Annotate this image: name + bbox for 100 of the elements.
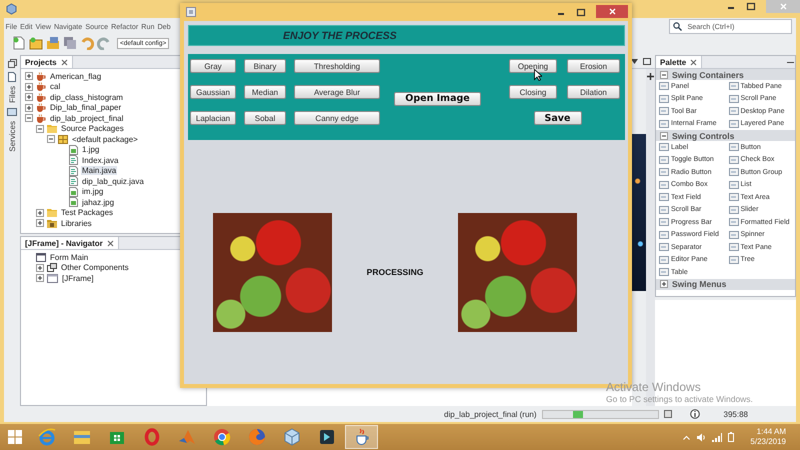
open-project-icon[interactable] — [46, 36, 60, 50]
start-icon[interactable] — [8, 430, 22, 444]
maximize-icon[interactable] — [746, 0, 756, 12]
taskbar-app[interactable] — [345, 425, 378, 449]
outline-entry[interactable]: dip_class_histogram — [49, 92, 124, 102]
outline-entry[interactable]: Other Components — [60, 263, 130, 272]
palette-section-header[interactable]: Swing Containers — [656, 69, 795, 80]
expand-icon[interactable] — [36, 219, 44, 228]
status-label: PROCESSING — [366, 267, 424, 277]
expand-icon[interactable] — [25, 104, 33, 112]
window-icon — [186, 7, 196, 17]
signal-icon[interactable] — [712, 432, 722, 442]
expand-icon[interactable] — [36, 274, 44, 282]
filter-button[interactable]: Binary — [244, 59, 286, 73]
components-icon — [47, 263, 57, 272]
outline-entry[interactable]: dip_lab_quiz.java — [81, 176, 145, 186]
speaker-icon[interactable] — [696, 432, 706, 442]
save-button[interactable]: Save — [534, 111, 582, 125]
outline-entry[interactable]: Dip_lab_final_paper — [49, 103, 122, 112]
chrome-icon[interactable] — [212, 428, 230, 446]
expand-icon[interactable] — [25, 82, 33, 91]
collapse-icon[interactable] — [25, 114, 33, 122]
filter-button[interactable]: Sobal — [244, 111, 286, 125]
folder-icon — [47, 124, 57, 134]
collapse-icon[interactable] — [660, 70, 668, 78]
filter-button[interactable]: Gaussian — [190, 85, 236, 99]
outline-entry[interactable]: <default package> — [71, 134, 139, 144]
window-icon — [47, 274, 58, 283]
outline-entry[interactable]: Form Main — [49, 252, 90, 262]
restore-icon[interactable] — [8, 59, 16, 68]
palette-section-header[interactable]: Swing Controls — [656, 130, 795, 141]
new-project-icon[interactable] — [29, 36, 43, 50]
info-icon[interactable] — [690, 409, 700, 419]
outline-entry[interactable]: American_flag — [49, 72, 102, 81]
filter-button[interactable]: Laplacian — [190, 111, 236, 125]
store-icon[interactable] — [108, 429, 124, 445]
outline-entry[interactable]: Libraries — [60, 218, 93, 228]
side-tab[interactable]: Files — [8, 86, 16, 103]
code-file-icon — [69, 166, 78, 176]
expand-icon[interactable] — [25, 72, 33, 80]
expand-icon[interactable] — [36, 208, 44, 217]
plus-icon[interactable] — [647, 73, 654, 80]
collapse-icon[interactable] — [36, 124, 44, 133]
expand-icon[interactable] — [660, 280, 668, 288]
outline-entry[interactable]: cal — [49, 82, 62, 92]
cursor-icon — [534, 69, 542, 81]
morphology-button[interactable]: Closing — [509, 85, 557, 99]
maximize-icon[interactable] — [576, 6, 586, 18]
close-button[interactable] — [596, 5, 628, 18]
cup-icon — [36, 72, 46, 81]
close-icon — [780, 3, 786, 10]
new-file-icon[interactable] — [12, 36, 26, 50]
filter-button[interactable]: Median — [244, 85, 286, 99]
outline-entry[interactable]: 1.jpg — [81, 145, 100, 154]
open-image-button[interactable]: Open Image — [394, 92, 481, 106]
outline-entry[interactable]: Source Packages — [60, 124, 125, 134]
code-file-icon — [69, 176, 78, 186]
expand-icon[interactable] — [25, 93, 33, 102]
side-tab[interactable]: Services — [8, 120, 16, 152]
cup-icon[interactable] — [354, 428, 370, 446]
outline-entry[interactable]: im.jpg — [81, 187, 104, 196]
collapse-icon[interactable] — [47, 135, 55, 144]
media-app-icon[interactable] — [318, 429, 334, 445]
filter-button[interactable]: Canny edge — [294, 111, 380, 125]
folder-icon — [47, 208, 57, 218]
outline-entry[interactable]: jahaz.jpg — [81, 198, 116, 207]
filter-button[interactable]: Average Blur — [294, 85, 380, 99]
files-icon[interactable] — [7, 72, 17, 82]
outline-entry[interactable]: Test Packages — [60, 208, 114, 218]
app-logo-icon — [6, 3, 17, 15]
morphology-button[interactable]: Erosion — [567, 59, 620, 73]
services-icon[interactable] — [7, 106, 17, 117]
filter-button[interactable]: Gray — [190, 59, 236, 73]
search-icon — [673, 22, 682, 30]
palette-section-header[interactable]: Swing Menus — [656, 278, 795, 290]
close-icon[interactable] — [60, 58, 68, 66]
filter-button[interactable]: Thresholding — [294, 59, 380, 73]
close-icon[interactable] — [690, 58, 698, 66]
form-icon — [36, 252, 46, 262]
stop-icon[interactable] — [664, 410, 672, 418]
caret-position: 395:88 — [724, 410, 748, 418]
morphology-button[interactable]: Dilation — [567, 85, 620, 99]
chevron-up-icon[interactable] — [683, 434, 690, 440]
outline-entry[interactable]: Index.java — [81, 156, 120, 165]
outline-entry[interactable]: [JFrame] — [61, 274, 95, 283]
outline-entry[interactable]: Main.java — [81, 166, 118, 176]
maximize-icon[interactable] — [643, 58, 651, 65]
morphology-button[interactable]: Opening — [509, 59, 557, 73]
cube-icon[interactable] — [284, 428, 300, 446]
caret-icon[interactable] — [631, 59, 638, 64]
close-icon[interactable] — [106, 240, 114, 246]
image-file-icon — [69, 197, 78, 208]
collapse-icon[interactable] — [660, 132, 668, 140]
expand-icon[interactable] — [36, 264, 44, 272]
battery-icon[interactable] — [728, 432, 734, 442]
outline-entry[interactable]: dip_lab_project_final — [49, 114, 124, 123]
save-all-icon[interactable] — [63, 36, 77, 50]
activation-text: Go to PC settings to activate Windows. — [606, 394, 753, 404]
folder-icon — [47, 218, 57, 228]
close-icon — [608, 8, 616, 15]
